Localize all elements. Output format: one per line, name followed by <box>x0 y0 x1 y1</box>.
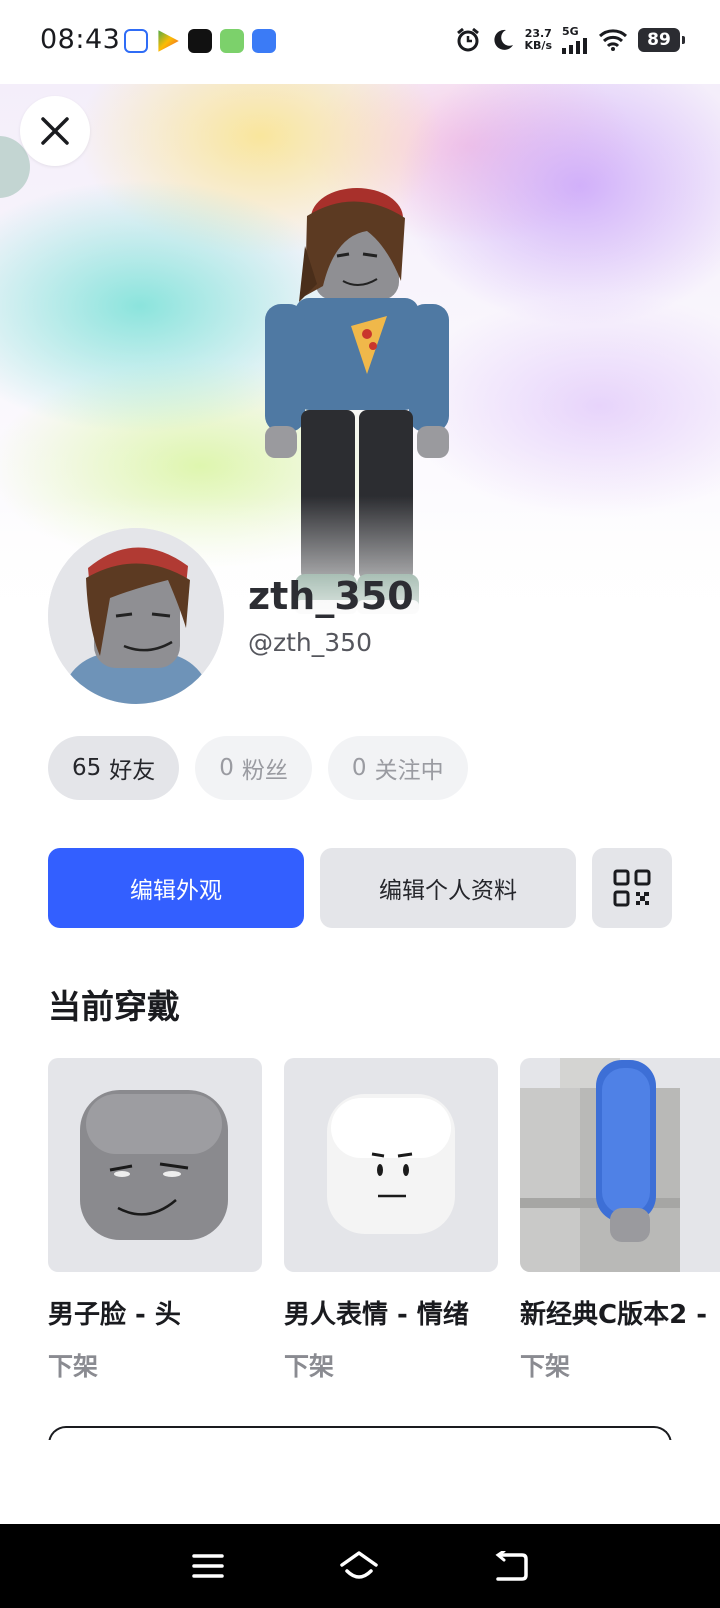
cellular: 5G <box>562 26 588 54</box>
tiktok-icon <box>188 29 212 53</box>
profile-actions: 编辑外观 编辑个人资料 <box>48 848 672 928</box>
item-thumbnail <box>284 1058 498 1272</box>
back-icon[interactable] <box>494 1551 528 1581</box>
wifi-icon <box>598 29 628 51</box>
net-speed-unit: KB/s <box>524 39 552 52</box>
net-speed: 23.7 KB/s <box>525 28 552 52</box>
following-count: 0 <box>351 755 367 781</box>
qr-code-button[interactable] <box>592 848 672 928</box>
followers-label: 粉丝 <box>241 758 288 784</box>
network-type: 5G <box>562 25 579 38</box>
item-name: 男子脸 - 头 <box>48 1300 181 1330</box>
close-button[interactable] <box>20 96 90 166</box>
wearing-item-card[interactable]: 男子脸 - 头 下架 <box>48 1058 262 1383</box>
menu-icon[interactable] <box>192 1552 224 1580</box>
item-thumbnail <box>48 1058 262 1272</box>
alarm-icon <box>456 27 479 52</box>
edit-avatar-button[interactable]: 编辑外观 <box>48 848 304 928</box>
profile-avatar[interactable] <box>48 528 224 704</box>
play-store-icon <box>158 30 179 52</box>
item-name: 男人表情 - 情绪 <box>284 1300 469 1330</box>
friends-count-pill[interactable]: 65 好友 <box>48 736 180 800</box>
status-app-icons <box>124 29 276 53</box>
friends-label: 好友 <box>109 758 156 784</box>
status-indicators: 23.7 KB/s 5G 89 <box>455 26 685 54</box>
currently-wearing-title: 当前穿戴 <box>48 987 180 1026</box>
game-app-icon <box>220 29 244 53</box>
item-name: 新经典C版本2 - <box>520 1300 708 1330</box>
wearing-item-card[interactable]: 新经典C版本2 - 下架 <box>520 1058 720 1383</box>
status-time: 08:43 <box>40 24 121 55</box>
display-name: zth_350 <box>248 574 414 618</box>
following-label: 关注中 <box>374 758 444 784</box>
bottom-spacer <box>0 1440 720 1520</box>
friends-count: 65 <box>72 755 102 781</box>
status-bar: 08:43 23.7 KB/s 5G 89 <box>0 0 720 84</box>
username: @zth_350 <box>248 628 372 657</box>
home-icon[interactable] <box>339 1549 379 1583</box>
baidu-app-icon <box>124 29 148 53</box>
qr-code-icon <box>613 869 651 907</box>
followers-count-pill[interactable]: 0 粉丝 <box>195 736 312 800</box>
item-status: 下架 <box>284 1352 335 1381</box>
item-status: 下架 <box>520 1352 571 1381</box>
edit-profile-button[interactable]: 编辑个人资料 <box>320 848 576 928</box>
item-thumbnail <box>520 1058 720 1272</box>
following-count-pill[interactable]: 0 关注中 <box>327 736 468 800</box>
item-status: 下架 <box>48 1352 99 1381</box>
profile-stats: 65 好友 0 粉丝 0 关注中 <box>48 736 468 800</box>
moon-icon <box>493 29 513 50</box>
avatar-headshot <box>48 528 224 704</box>
system-nav-bar <box>0 1524 720 1608</box>
close-icon <box>41 117 69 145</box>
currently-wearing-list: 男子脸 - 头 下架 男人表情 - 情绪 下架 新经典C版本2 - 下架 <box>48 1058 720 1383</box>
signal-icon <box>562 38 587 54</box>
blue-app-icon <box>252 29 276 53</box>
followers-count: 0 <box>219 755 234 781</box>
wearing-item-card[interactable]: 男人表情 - 情绪 下架 <box>284 1058 498 1383</box>
battery-indicator: 89 <box>638 28 685 52</box>
